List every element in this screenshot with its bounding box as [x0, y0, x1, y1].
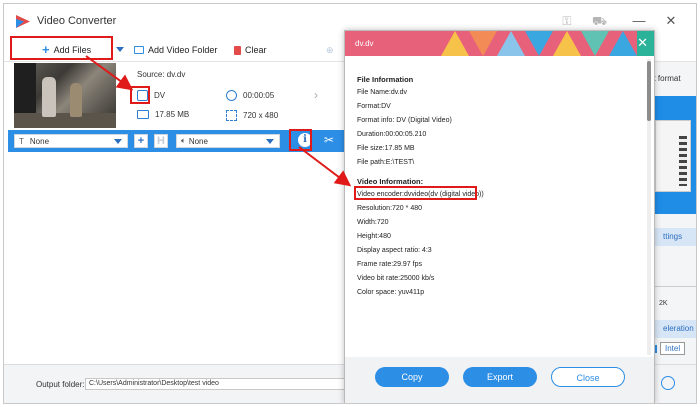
folder-icon — [137, 110, 149, 119]
video-info-line: Height:480 — [357, 233, 391, 240]
cart-icon[interactable]: ⛟ — [592, 14, 607, 28]
trash-icon — [234, 45, 241, 55]
format-icon-highlight — [130, 86, 150, 104]
resolution-icon — [226, 110, 237, 121]
subtitle-value: None — [29, 136, 50, 146]
output-format-preview[interactable] — [649, 96, 696, 214]
file-info-heading: File Information — [357, 75, 414, 84]
merge-icon[interactable]: ⊕ — [326, 42, 334, 58]
app-title: Video Converter — [37, 15, 117, 27]
audio-value: None — [188, 136, 208, 146]
add-video-folder-label: Add Video Folder — [148, 45, 218, 55]
app-logo-icon — [16, 15, 30, 28]
add-files-highlight — [10, 36, 113, 60]
key-icon[interactable]: ⚿ — [560, 14, 574, 28]
add-subtitle-button[interactable]: + — [134, 134, 148, 148]
output-folder-field[interactable]: C:\Users\Administrator\Desktop\test vide… — [85, 378, 347, 390]
video-info-line: Width:720 — [357, 219, 389, 226]
folder-plus-icon — [134, 46, 144, 54]
minimize-button[interactable]: — — [628, 12, 650, 30]
file-info-line: File Name:dv.dv — [357, 89, 408, 96]
file-info-line: File size:17.85 MB — [357, 145, 415, 152]
duration-value: 00:00:05 — [243, 91, 275, 100]
speaker-icon: 🔈︎ — [181, 136, 186, 145]
video-info-heading: Video Information: — [357, 177, 424, 186]
clear-label: Clear — [245, 45, 267, 55]
dialog-scrollbar[interactable] — [647, 59, 651, 355]
file-info-line: Format:DV — [357, 103, 391, 110]
chevron-down-icon — [114, 139, 122, 144]
video-info-line: Resolution:720 * 480 — [357, 205, 422, 212]
dialog-close-icon[interactable]: ✕ — [637, 35, 648, 51]
quality-slider[interactable] — [649, 286, 696, 292]
export-button[interactable]: Export — [463, 367, 537, 387]
copy-button[interactable]: Copy — [375, 367, 449, 387]
clock-icon — [226, 90, 237, 101]
header-pattern — [441, 31, 654, 56]
resolution-meta: 720 x 480 — [226, 110, 278, 121]
video-info-line: Frame rate:29.97 fps — [357, 261, 422, 268]
file-item[interactable]: Source: dv.dv DV 00:00:05 17.85 MB 720 x… — [8, 62, 348, 130]
duration-meta: 00:00:05 — [226, 90, 274, 101]
dialog-footer: Copy Export Close — [345, 357, 654, 403]
file-info-line: Duration:00:00:05.210 — [357, 131, 427, 138]
dialog-title: dv.dv — [355, 39, 374, 48]
clear-button[interactable]: Clear — [234, 42, 267, 58]
video-info-line: Color space: yuv411p — [357, 289, 425, 296]
format-value: DV — [154, 91, 166, 100]
output-folder-label: Output folder: — [36, 380, 85, 389]
close-button[interactable]: Close — [551, 367, 625, 387]
file-info-line: Format info: DV (Digital Video) — [357, 117, 452, 124]
chevron-right-icon[interactable]: › — [314, 88, 318, 102]
source-label: Source: dv.dv — [137, 70, 186, 79]
file-info-line: File path:E:\TEST\ — [357, 159, 415, 166]
add-files-dropdown-icon[interactable] — [116, 47, 124, 52]
size-value: 17.85 MB — [155, 110, 190, 119]
video-encoder-highlight — [354, 186, 477, 200]
video-info-line: Display aspect ratio: 4:3 — [357, 247, 432, 254]
info-button-highlight — [289, 129, 312, 151]
add-video-folder-button[interactable]: Add Video Folder — [134, 42, 217, 58]
video-thumbnail[interactable] — [14, 63, 116, 128]
alarm-clock-icon[interactable] — [661, 376, 675, 390]
subtitle-select[interactable]: T None — [14, 134, 128, 148]
settings-label: ttings — [663, 232, 683, 241]
dialog-header: dv.dv ✕ — [345, 31, 654, 56]
video-info-line: Video bit rate:25000 kb/s — [357, 275, 435, 282]
audio-select[interactable]: 🔈︎ None — [176, 134, 280, 148]
app-window: Video Converter ⚿ ⛟ — ✕ + Add Files Add … — [3, 3, 697, 404]
media-info-dialog: dv.dv ✕ File Information File Name:dv.dv… — [344, 30, 655, 403]
acceleration-label: eleration — [663, 324, 694, 333]
slider-tick-2k: 2K — [659, 300, 668, 307]
chevron-down-icon — [266, 139, 274, 144]
close-window-button[interactable]: ✕ — [660, 12, 682, 30]
scissors-icon[interactable]: ✂ — [324, 133, 334, 147]
resolution-value: 720 x 480 — [243, 111, 279, 120]
hardsub-icon[interactable]: H — [154, 134, 168, 148]
text-icon: T — [19, 136, 24, 146]
intel-label: Intel — [660, 342, 686, 355]
size-meta: 17.85 MB — [137, 110, 189, 119]
